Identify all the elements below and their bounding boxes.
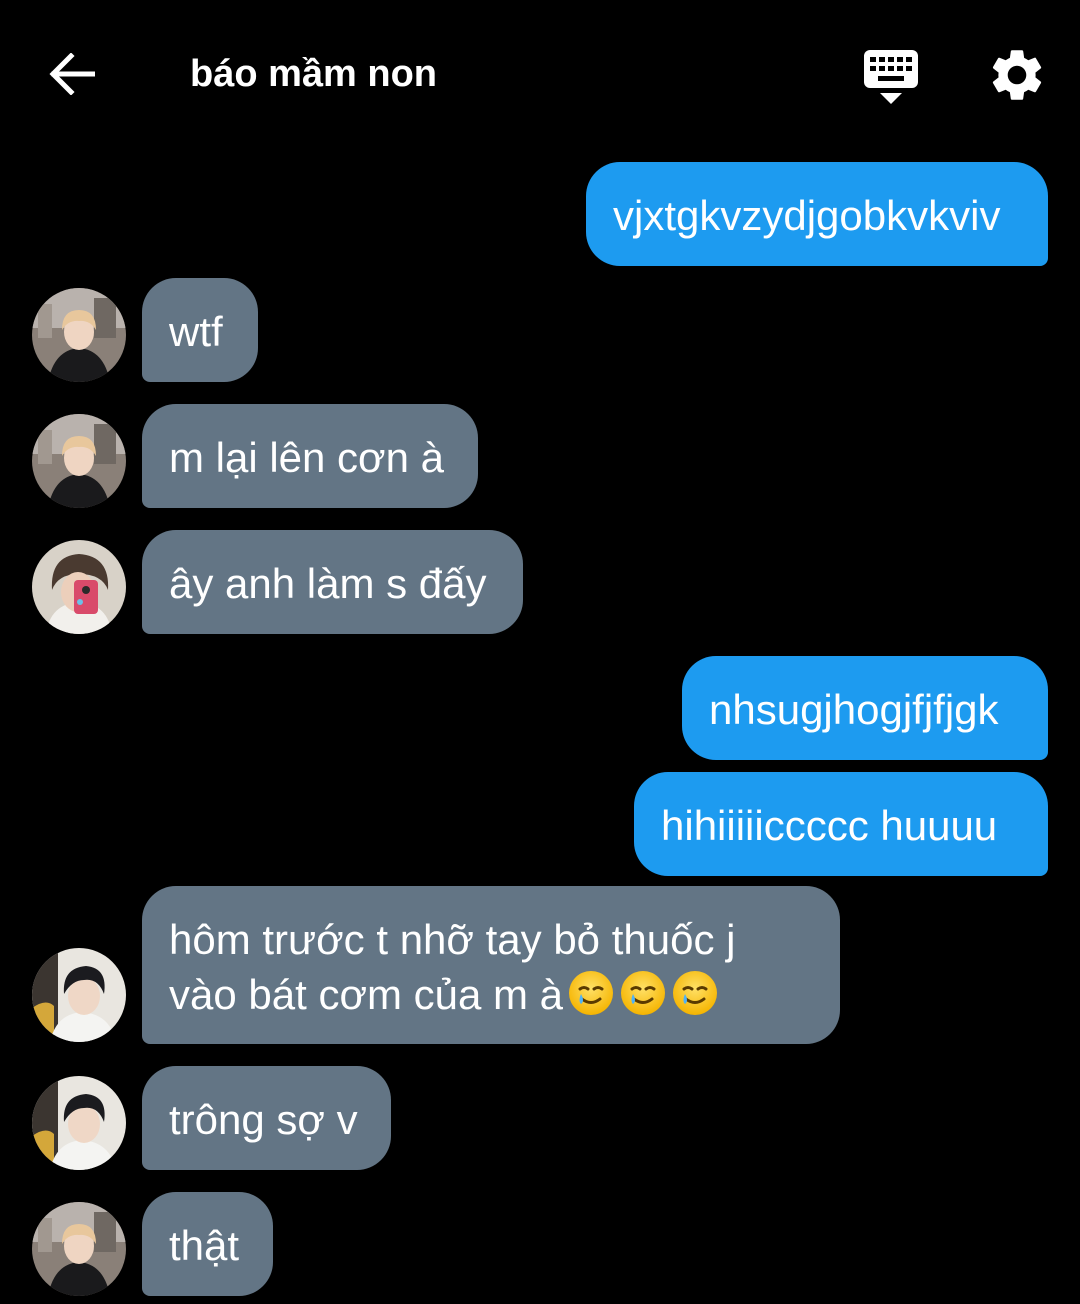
received-message[interactable]: m lại lên cơn à: [142, 404, 478, 508]
message-text-line: vào bát cơm của m à: [169, 967, 813, 1022]
received-message[interactable]: trông sợ v: [142, 1066, 391, 1170]
message-text: m lại lên cơn à: [169, 434, 444, 481]
message-text: trông sợ v: [169, 1096, 358, 1143]
sent-message[interactable]: nhsugjhogjfjfjgk: [682, 656, 1048, 760]
received-message[interactable]: hôm trước t nhỡ tay bỏ thuốc j vào bát c…: [142, 886, 840, 1044]
avatar[interactable]: [32, 1076, 126, 1170]
message-text: thật: [169, 1222, 240, 1269]
message-text-line: hôm trước t nhỡ tay bỏ thuốc j: [169, 916, 736, 963]
keyboard-toggle-button[interactable]: [858, 46, 924, 106]
avatar[interactable]: [32, 288, 126, 382]
message-text: vjxtgkvzydjgobkvkviv: [613, 192, 1001, 239]
back-button[interactable]: [44, 48, 100, 100]
avatar[interactable]: [32, 1202, 126, 1296]
sent-message[interactable]: vjxtgkvzydjgobkvkviv: [586, 162, 1048, 266]
avatar[interactable]: [32, 948, 126, 1042]
message-text: nhsugjhogjfjfjgk: [709, 686, 999, 733]
gear-icon: [992, 50, 1042, 100]
message-text: wtf: [169, 308, 223, 355]
smiling-face-with-tear-icon: [567, 969, 615, 1017]
arrow-left-icon: [49, 53, 95, 95]
message-text: ây anh làm s đấy: [169, 560, 487, 607]
received-message[interactable]: thật: [142, 1192, 273, 1296]
received-message[interactable]: wtf: [142, 278, 258, 382]
sent-message[interactable]: hihiiiiiccccc huuuu: [634, 772, 1048, 876]
smiling-face-with-tear-icon: [671, 969, 719, 1017]
avatar[interactable]: [32, 540, 126, 634]
message-text: hihiiiiiccccc huuuu: [661, 802, 998, 849]
settings-button[interactable]: [986, 44, 1048, 106]
smiling-face-with-tear-icon: [619, 969, 667, 1017]
chat-title: báo mầm non: [190, 53, 438, 95]
chat-header: báo mầm non: [0, 0, 1080, 150]
avatar[interactable]: [32, 414, 126, 508]
received-message[interactable]: ây anh làm s đấy: [142, 530, 523, 634]
keyboard-hide-icon: [864, 50, 918, 104]
